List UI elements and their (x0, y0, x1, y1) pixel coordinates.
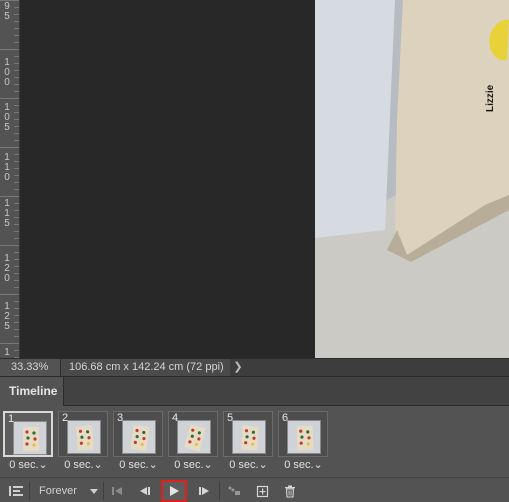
ruler-tick (0, 49, 19, 50)
document-image: Lizzie (315, 0, 509, 358)
document-canvas[interactable]: Lizzie (20, 0, 509, 358)
frame-delay-select[interactable]: 0 sec.⌄ (168, 459, 219, 471)
frame-thumbnail (287, 420, 321, 454)
chevron-down-icon (90, 489, 98, 494)
tween-icon (228, 486, 240, 495)
delete-frame-button[interactable] (280, 481, 300, 501)
timeline-tab-bar: Timeline (0, 377, 509, 406)
timeline-frame[interactable]: 3 0 sec.⌄ (113, 411, 164, 471)
bag-text: Lizzie (485, 84, 496, 112)
frame-thumbnail-box[interactable]: 3 (113, 411, 163, 457)
document-size-info: 106.68 cm x 142.24 cm (72 ppi) (60, 359, 230, 377)
duplicate-frame-icon (256, 485, 268, 497)
vertical-ruler[interactable]: 9 5 1 0 0 1 0 5 1 1 0 1 1 5 1 2 0 1 2 5 1 3 (0, 0, 20, 358)
play-button[interactable] (161, 480, 187, 502)
ruler-label: 1 2 5 (4, 301, 10, 332)
ruler-tick (0, 147, 19, 148)
frame-delay-select[interactable]: 0 sec.⌄ (278, 459, 329, 471)
zoom-level[interactable]: 33.33% (0, 359, 60, 377)
next-frame-icon (198, 487, 209, 495)
play-icon (170, 486, 179, 496)
timeline-panel: Timeline 1 0 sec.⌄ 2 0 sec.⌄ 3 0 sec.⌄ 4 0 sec.… (0, 376, 509, 502)
frame-strip: 1 0 sec.⌄ 2 0 sec.⌄ 3 0 sec.⌄ 4 0 sec.⌄ 5 0 sec.⌄… (0, 407, 509, 475)
duplicate-frame-button[interactable] (252, 481, 272, 501)
trash-icon (285, 485, 295, 498)
frame-thumbnail-box[interactable]: 6 (278, 411, 328, 457)
previous-frame-button[interactable] (134, 481, 154, 501)
timeline-controls: Forever (0, 477, 509, 502)
frame-delay-select[interactable]: 0 sec.⌄ (113, 459, 164, 471)
ruler-label: 1 1 5 (4, 198, 10, 229)
status-expand-arrow-icon[interactable]: ❯ (232, 359, 244, 377)
frame-number: 6 (282, 412, 289, 424)
ruler-label: 1 3 (4, 347, 10, 359)
timeline-frame[interactable]: 6 0 sec.⌄ (278, 411, 329, 471)
frame-thumbnail (232, 420, 266, 454)
loop-options-select[interactable]: Forever (34, 481, 100, 501)
ruler-label: 1 1 0 (4, 152, 10, 183)
status-bar: 33.33% 106.68 cm x 142.24 cm (72 ppi) ❯ (0, 358, 509, 377)
tab-timeline[interactable]: Timeline (0, 377, 64, 406)
frame-number: 4 (172, 412, 179, 424)
frame-thumbnail-box[interactable]: 2 (58, 411, 108, 457)
frame-thumbnail (177, 420, 211, 454)
ruler-tick (0, 343, 19, 344)
ruler-tick (0, 196, 19, 197)
ruler-tick (0, 0, 19, 1)
next-frame-button[interactable] (194, 481, 214, 501)
frame-number: 5 (227, 412, 234, 424)
timeline-frame[interactable]: 2 0 sec.⌄ (58, 411, 109, 471)
first-frame-icon (112, 487, 122, 495)
loop-option-value: Forever (39, 485, 77, 497)
frame-thumbnail-box[interactable]: 5 (223, 411, 273, 457)
frame-number: 2 (62, 412, 69, 424)
frame-thumbnail (67, 420, 101, 454)
frame-thumbnail (122, 420, 156, 454)
convert-to-video-timeline-icon (9, 486, 23, 496)
frame-delay-select[interactable]: 0 sec.⌄ (58, 459, 109, 471)
timeline-frame[interactable]: 5 0 sec.⌄ (223, 411, 274, 471)
frame-delay-select[interactable]: 0 sec.⌄ (223, 459, 274, 471)
ruler-label: 1 0 0 (4, 57, 10, 88)
first-frame-button[interactable] (108, 481, 126, 501)
ruler-label: 1 2 0 (4, 253, 10, 284)
frame-thumbnail-box[interactable]: 1 (3, 411, 53, 457)
frame-number: 1 (8, 413, 15, 425)
ruler-tick (0, 294, 19, 295)
ruler-tick (0, 98, 19, 99)
previous-frame-icon (139, 487, 150, 495)
ruler-label: 1 0 5 (4, 102, 10, 133)
tween-button[interactable] (224, 481, 244, 501)
frame-thumbnail-box[interactable]: 4 (168, 411, 218, 457)
frame-number: 3 (117, 412, 124, 424)
timeline-frame[interactable]: 4 0 sec.⌄ (168, 411, 219, 471)
ruler-tick (0, 245, 19, 246)
ruler-label: 9 5 (4, 1, 10, 22)
timeline-frame[interactable]: 1 0 sec.⌄ (3, 411, 54, 471)
frame-thumbnail (13, 421, 47, 455)
frame-delay-select[interactable]: 0 sec.⌄ (3, 459, 54, 471)
convert-to-video-timeline-button[interactable] (6, 481, 26, 501)
